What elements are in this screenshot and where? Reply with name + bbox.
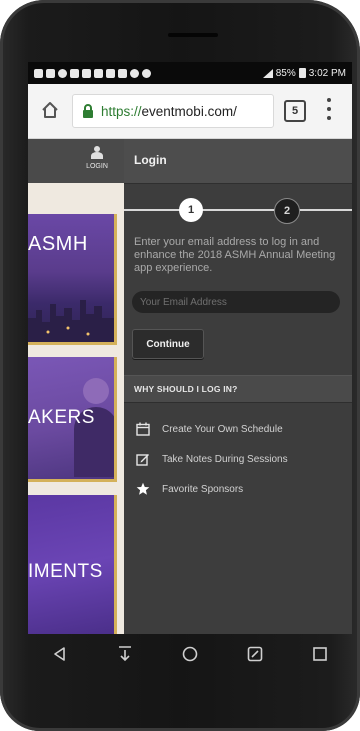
phone-frame: 85% 3:02 PM https://eventmobi.com/ 5 LOG… — [0, 0, 360, 731]
tile-label: IMENTS — [28, 561, 103, 582]
left-menu-panel: LOGIN ASMH AKERS IMENTS — [28, 139, 124, 634]
left-header: LOGIN — [28, 139, 124, 183]
step-2: 2 — [274, 198, 300, 224]
status-time: 3:02 PM — [308, 67, 346, 79]
url-scheme: https:// — [101, 103, 142, 119]
step-1: 1 — [179, 198, 203, 222]
login-shortcut-label: LOGIN — [86, 163, 108, 170]
tile-event-home[interactable]: ASMH — [28, 214, 117, 345]
status-right: 85% 3:02 PM — [262, 67, 352, 79]
benefits-list: Create Your Own Schedule Take Notes Duri… — [136, 414, 346, 504]
benefit-label: Favorite Sponsors — [162, 483, 244, 495]
benefit-label: Create Your Own Schedule — [162, 423, 283, 435]
continue-button[interactable]: Continue — [132, 329, 204, 359]
device-screen: 85% 3:02 PM https://eventmobi.com/ 5 LOG… — [28, 62, 352, 634]
notification-icon — [70, 68, 79, 78]
page-title: Login — [134, 153, 167, 167]
stepper-line — [124, 209, 352, 211]
signal-icon — [262, 68, 273, 78]
benefit-label: Take Notes During Sessions — [162, 453, 288, 465]
notification-icon — [46, 68, 55, 78]
notification-icon — [34, 68, 43, 78]
benefit-item: Favorite Sponsors — [136, 474, 346, 504]
url-bar[interactable]: https://eventmobi.com/ — [72, 94, 274, 128]
calendar-icon — [136, 422, 150, 436]
notification-icon — [58, 68, 67, 78]
why-login-header: WHY SHOULD I LOG IN? — [124, 375, 352, 403]
email-field[interactable] — [132, 291, 340, 313]
benefit-item: Create Your Own Schedule — [136, 414, 346, 444]
notification-icon — [82, 68, 91, 78]
login-panel: Login 1 2 Enter your email address to lo… — [124, 139, 352, 634]
notification-icon — [130, 68, 139, 78]
notification-icon — [106, 68, 115, 78]
notification-icons — [28, 68, 151, 78]
tile-documents[interactable]: IMENTS — [28, 495, 117, 634]
person-icon — [91, 146, 103, 159]
login-header: Login — [124, 139, 352, 184]
login-shortcut[interactable]: LOGIN — [82, 145, 112, 170]
browser-toolbar: https://eventmobi.com/ 5 — [28, 84, 352, 139]
tile-label: ASMH — [28, 233, 88, 255]
tab-switcher-button[interactable]: 5 — [284, 100, 306, 122]
overflow-menu-icon[interactable] — [326, 98, 332, 120]
benefit-item: Take Notes During Sessions — [136, 444, 346, 474]
home-circle-icon[interactable] — [179, 643, 201, 665]
city-skyline-image — [28, 300, 114, 342]
url-text: https://eventmobi.com/ — [101, 104, 237, 119]
app-content: LOGIN ASMH AKERS IMENTS Login 1 2 Enter … — [28, 139, 352, 634]
notification-icon — [118, 68, 127, 78]
edit-note-icon — [136, 454, 149, 466]
login-stepper: 1 2 — [124, 195, 352, 225]
url-host: eventmobi.com/ — [141, 103, 237, 119]
status-bar: 85% 3:02 PM — [28, 62, 352, 84]
tile-label: AKERS — [28, 407, 95, 428]
notification-icon — [142, 68, 151, 78]
tile-speakers[interactable]: AKERS — [28, 357, 117, 482]
why-login-title: WHY SHOULD I LOG IN? — [134, 384, 238, 394]
notification-icon — [94, 68, 103, 78]
login-intro-text: Enter your email address to log in and e… — [134, 236, 336, 274]
star-icon — [136, 482, 150, 495]
home-icon[interactable] — [40, 100, 60, 120]
lock-icon — [83, 104, 93, 118]
battery-icon — [298, 68, 306, 78]
screenshot-icon[interactable] — [244, 643, 266, 665]
battery-percent: 85% — [275, 67, 296, 79]
download-icon[interactable] — [114, 643, 136, 665]
earpiece-speaker — [168, 33, 218, 37]
back-icon[interactable] — [49, 643, 71, 665]
android-nav-bar — [28, 634, 352, 674]
recents-icon[interactable] — [309, 643, 331, 665]
tab-count: 5 — [291, 105, 299, 117]
